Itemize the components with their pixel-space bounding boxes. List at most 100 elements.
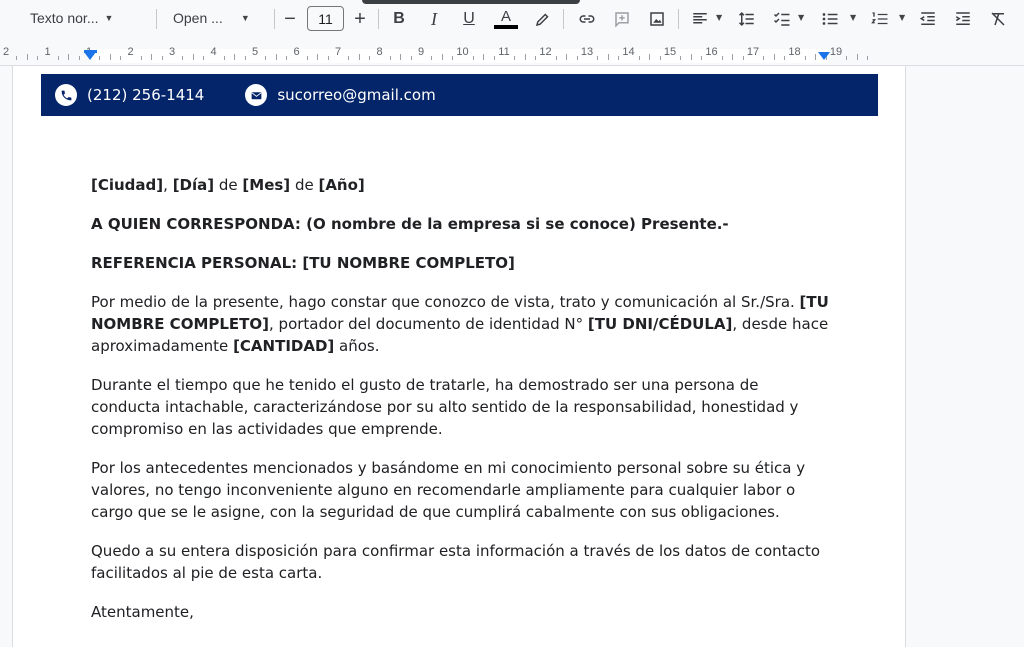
clear-formatting-icon	[991, 12, 1005, 26]
ruler-tick	[151, 54, 153, 60]
font-family-dropdown[interactable]: Open ... ▼	[173, 6, 250, 30]
ruler-tick	[244, 56, 246, 60]
paragraph-text: Por medio de la presente, hago constar q…	[91, 293, 800, 311]
ruler-tick	[441, 54, 443, 60]
ruler-number: 4	[210, 46, 217, 58]
ruler-tick	[203, 56, 205, 60]
ruler-tick	[555, 56, 557, 60]
checklist-icon	[773, 12, 790, 26]
ruler-number: 2	[2, 46, 10, 58]
increase-indent-button[interactable]	[951, 7, 975, 31]
ruler-tick	[161, 56, 163, 60]
id-placeholder: [TU DNI/CÉDULA]	[587, 315, 733, 333]
ruler-number: 3	[168, 46, 176, 58]
phone-icon	[55, 84, 77, 106]
ruler-number: 7	[334, 46, 342, 58]
line-spacing-button[interactable]	[735, 7, 759, 31]
decrease-font-size-button[interactable]: −	[278, 7, 302, 31]
phone-number: (212) 256-1414	[87, 86, 205, 104]
underline-button[interactable]: U	[457, 7, 481, 31]
phone-contact: (212) 256-1414	[55, 84, 204, 106]
chevron-down-icon: ▼	[899, 13, 906, 22]
numbered-list-button[interactable]	[868, 7, 892, 31]
ruler-tick	[763, 56, 765, 60]
ruler-tick	[327, 56, 329, 60]
ruler-tick	[607, 54, 609, 60]
salutation: A QUIEN CORRESPONDA: (O nombre de la emp…	[91, 215, 729, 233]
ruler-tick	[26, 54, 28, 60]
horizontal-ruler[interactable]: 2112345678910111213141516171819	[0, 38, 1024, 66]
ruler-tick	[867, 56, 869, 60]
add-comment-button[interactable]	[610, 7, 634, 31]
clear-formatting-button[interactable]	[986, 7, 1010, 31]
ruler-number: 1	[44, 46, 51, 58]
ruler-number: 17	[746, 46, 760, 58]
ruler-tick	[369, 56, 371, 60]
comment-icon	[615, 12, 629, 28]
right-indent-marker[interactable]	[818, 52, 830, 60]
link-icon	[579, 15, 595, 23]
align-button[interactable]	[688, 7, 712, 31]
ruler-tick	[16, 56, 18, 60]
document-page[interactable]: (212) 256-1414 sucorreo@gmail.com [Ciuda…	[12, 66, 906, 647]
ruler-tick	[638, 56, 640, 60]
ruler-number: 14	[622, 46, 635, 58]
ruler-tick	[815, 54, 817, 60]
checklist-button[interactable]	[770, 7, 794, 31]
italic-button[interactable]: I	[422, 7, 446, 31]
text-color-button[interactable]: A	[493, 7, 519, 31]
ruler-number: 2	[127, 46, 134, 58]
ruler-number: 13	[580, 46, 594, 58]
insert-link-button[interactable]	[575, 7, 599, 31]
left-indent-marker[interactable]	[84, 52, 96, 60]
letter-body[interactable]: [Ciudad], [Día] de [Mes] de [Año] A QUIE…	[91, 174, 831, 640]
ruler-tick	[68, 54, 70, 60]
bulleted-list-icon	[822, 13, 838, 25]
ruler-number: 5	[251, 46, 259, 58]
ruler-tick	[99, 56, 101, 60]
bold-button[interactable]: B	[387, 7, 411, 31]
chevron-down-icon: ▼	[798, 13, 805, 22]
ruler-tick	[721, 56, 723, 60]
date-connector: de	[214, 176, 243, 194]
ruler-tick	[78, 56, 80, 60]
toolbar-divider	[156, 9, 157, 29]
ruler-tick	[57, 56, 59, 60]
bulleted-list-button[interactable]	[818, 7, 842, 31]
increase-font-size-button[interactable]: +	[348, 7, 372, 31]
mail-icon	[245, 84, 268, 106]
ruler-tick	[742, 56, 744, 60]
date-separator: ,	[163, 176, 173, 194]
decrease-indent-icon	[919, 12, 935, 25]
ruler-tick	[286, 56, 288, 60]
font-size-input[interactable]: 11	[307, 6, 344, 31]
toolbar-divider	[678, 9, 679, 29]
highlight-color-button[interactable]	[531, 7, 555, 31]
image-icon	[650, 12, 664, 26]
ruler-tick	[358, 54, 360, 60]
ruler-tick	[493, 56, 495, 60]
chevron-down-icon: ▼	[240, 13, 250, 23]
chevron-down-icon: ▼	[850, 13, 857, 22]
decrease-indent-button[interactable]	[916, 7, 940, 31]
email-address: sucorreo@gmail.com	[277, 86, 436, 104]
ruler-tick	[856, 54, 858, 60]
paragraph-style-dropdown[interactable]: Texto nor... ▼	[30, 6, 113, 30]
ruler-tick	[690, 54, 692, 60]
ruler-tick	[773, 54, 775, 60]
ruler-number: 9	[417, 46, 425, 58]
ruler-tick	[649, 54, 651, 60]
date-connector: de	[290, 176, 319, 194]
insert-image-button[interactable]	[645, 7, 669, 31]
ruler-tick	[223, 56, 225, 60]
ruler-tick	[37, 56, 39, 60]
paragraph-3: Por los antecedentes mencionados y basán…	[91, 459, 806, 521]
ruler-tick	[182, 56, 184, 60]
toolbar-top-overlay	[362, 0, 580, 4]
ruler-tick	[483, 54, 485, 60]
ruler-number: 6	[293, 46, 300, 58]
city-placeholder: [Ciudad]	[91, 176, 164, 194]
ruler-tick	[524, 54, 526, 60]
paragraph-1: Por medio de la presente, hago constar q…	[91, 291, 831, 357]
highlighter-icon	[535, 13, 549, 27]
